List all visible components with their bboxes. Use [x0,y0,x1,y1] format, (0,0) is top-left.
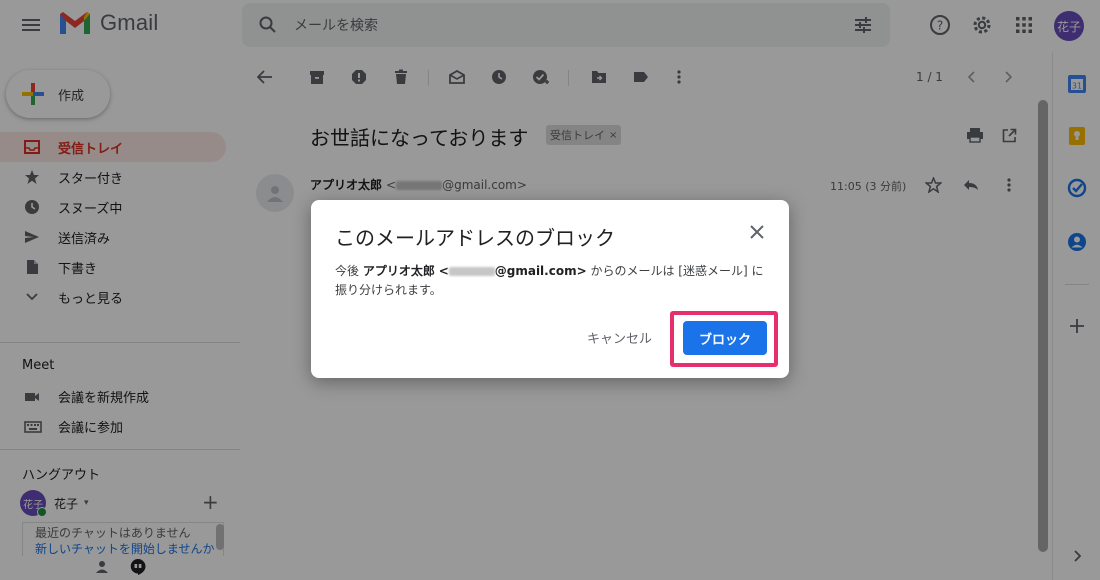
dialog-title: このメールアドレスのブロック [335,226,615,250]
block-button[interactable]: ブロック [683,321,767,355]
close-icon[interactable] [745,220,769,244]
block-email-dialog: このメールアドレスのブロック 今後 アプリオ太郎 < @gmail.com> から… [311,200,789,378]
redacted-email-blur [448,267,495,276]
dialog-message: 今後 アプリオ太郎 < @gmail.com> からのメールは [迷惑メール] に… [335,262,775,300]
dialog-addr-domain: @gmail.com> [494,264,587,278]
cancel-button[interactable]: キャンセル [587,326,652,348]
dialog-sender-name: アプリオ太郎 [362,264,435,278]
dialog-addr-open: < [438,264,449,278]
dialog-msg-prefix: 今後 [335,264,360,278]
